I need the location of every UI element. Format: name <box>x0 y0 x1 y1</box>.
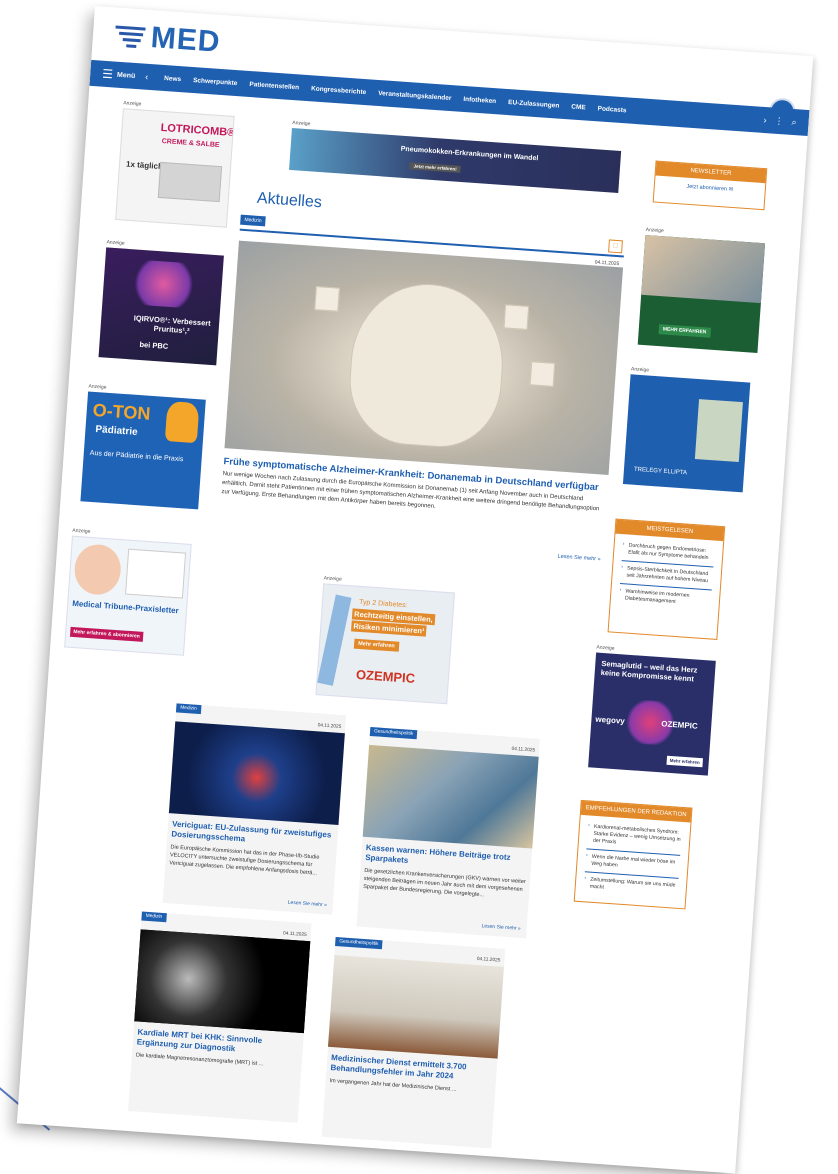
category-badge[interactable]: Medizin <box>240 214 266 227</box>
ad-cta-button[interactable]: Mehr erfahren <box>353 638 400 652</box>
ad-right-1[interactable]: MEHR ERFAHREN <box>637 234 766 354</box>
nav-item-schwerpunkte[interactable]: Schwerpunkte <box>193 77 238 87</box>
article-card[interactable]: Gesundheitspolitik 04.11.2025 Medizinisc… <box>321 937 506 1149</box>
ad-label: Anzeige <box>88 383 107 391</box>
puzzle-piece <box>529 361 556 387</box>
ad-title: Semaglutid – weil das Herz keine Komprom… <box>600 658 698 684</box>
nav-item-cme[interactable]: CME <box>571 103 586 111</box>
ad-cta-button[interactable]: Mehr erfahren <box>666 755 704 768</box>
article-image[interactable] <box>362 744 539 849</box>
hero-image[interactable] <box>224 240 624 475</box>
ad-brand: TRELEGY ELLIPTA <box>633 466 688 477</box>
ad-subtitle: Pädiatrie <box>95 424 138 438</box>
ad-label: Anzeige <box>72 527 91 535</box>
more-icon[interactable]: ⋮ <box>774 115 784 127</box>
bookmark-icon[interactable]: ⎕ <box>608 239 623 254</box>
hero-article[interactable]: Medizin ⎕ 04.11.2025 Frühe symptomatisch… <box>218 212 626 569</box>
nav-next-icon[interactable]: › <box>763 114 767 125</box>
puzzle-head-graphic <box>345 278 509 452</box>
article-date: 04.11.2025 <box>317 723 342 730</box>
section-title: Aktuelles <box>256 189 323 212</box>
nav-back-icon[interactable]: ‹ <box>145 72 149 82</box>
banner-text: Pneumokokken-Erkrankungen im Wandel <box>400 145 539 163</box>
nav-item-veranstaltungskalender[interactable]: Veranstaltungskalender <box>378 89 452 101</box>
newsletter-subscribe-link[interactable]: Jetzt abonnieren ✉ <box>655 181 765 195</box>
site-logo[interactable]: MED <box>114 16 222 63</box>
recommendations-box: EMPFEHLUNGEN DER REDAKTION Kardiorenal-m… <box>573 799 693 910</box>
ad-title: O-TON <box>92 399 152 424</box>
puzzle-piece <box>503 304 530 330</box>
article-card[interactable]: Medizin 04.11.2025 Kardiale MRT bei KHK:… <box>127 911 312 1123</box>
ad-brand: wegovy <box>595 714 626 726</box>
nav-item-eu-zulassungen[interactable]: EU-Zulassungen <box>508 99 560 110</box>
nav-item-kongressberichte[interactable]: Kongressberichte <box>311 85 367 96</box>
ad-semaglutid[interactable]: Semaglutid – weil das Herz keine Komprom… <box>588 652 716 776</box>
ad-label: Anzeige <box>645 226 664 235</box>
ad-title: LOTRICOMB® <box>160 121 235 140</box>
menu-icon[interactable]: ☰ <box>102 67 114 82</box>
read-more-link[interactable]: Lesen Sie mehr » <box>557 554 600 563</box>
nav-item-patientenstellen[interactable]: Patientenstellen <box>249 80 299 90</box>
ad-subtitle: bei PBC <box>139 339 169 351</box>
logo-mark-icon <box>114 22 150 52</box>
ad-ozempic[interactable]: Typ 2 Diabetes: Rechtzeitig einstellen, … <box>315 583 455 705</box>
search-icon[interactable]: ⌕ <box>791 116 797 127</box>
ad-trelegy[interactable]: TRELEGY ELLIPTA <box>622 374 751 493</box>
category-badge[interactable]: Medizin <box>175 703 202 715</box>
puzzle-piece <box>314 286 340 312</box>
person-photo <box>73 543 123 597</box>
people-photo <box>641 234 766 304</box>
article-date: 04.11.2025 <box>476 956 501 964</box>
category-badge[interactable]: Medizin <box>141 911 167 923</box>
ad-label: Anzeige <box>596 644 615 652</box>
pen-graphic <box>317 594 352 686</box>
read-more-link[interactable]: Lesen Sie mehr » <box>288 900 328 909</box>
most-read-box: MEISTGELESEN Durchbruch gegen Endometrio… <box>607 518 726 640</box>
page-screenshot: MED ☰ Menü ‹ News Schwerpunkte Patienten… <box>16 6 814 1174</box>
article-card[interactable]: Gesundheitspolitik 04.11.2025 Kassen war… <box>356 726 540 939</box>
butterfly-graphic <box>127 259 201 309</box>
banner-cta[interactable]: Jetzt mehr erfahren! <box>409 162 462 173</box>
ad-iqirvo[interactable]: IQIRVO®¹: Verbessert Pruritus¹,² bei PBC <box>98 247 224 366</box>
ad-banner-pneumokokken[interactable]: Pneumokokken-Erkrankungen im Wandel Jetz… <box>289 128 622 193</box>
ad-praxisletter[interactable]: Medical Tribune-Praxisletter Mehr erfahr… <box>64 535 192 656</box>
tablet-graphic <box>125 548 187 599</box>
article-image[interactable] <box>168 721 345 825</box>
category-badge[interactable]: Gesundheitspolitik <box>335 937 383 950</box>
ad-label: Anzeige <box>106 239 125 247</box>
hand-graphic <box>164 401 200 444</box>
logo-text: MED <box>149 21 222 59</box>
category-badge[interactable]: Gesundheitspolitik <box>369 726 418 740</box>
ad-title: IQIRVO®¹: Verbessert Pruritus¹,² <box>133 313 212 336</box>
article-image[interactable] <box>134 929 311 1034</box>
ad-title: Medical Tribune-Praxisletter <box>71 598 180 616</box>
menu-label[interactable]: Menü <box>117 71 136 79</box>
article-date: 04.11.2025 <box>282 931 307 939</box>
ad-cta-button[interactable]: Mehr erfahren & abonnieren <box>69 626 144 642</box>
article-date: 04.11.2025 <box>511 746 536 754</box>
nav-item-news[interactable]: News <box>164 75 181 83</box>
ad-note: 1x täglich <box>125 159 164 172</box>
ad-lotricomb[interactable]: LOTRICOMB® CREME & SALBE 1x täglich <box>115 108 235 228</box>
ad-subtitle: CREME & SALBE <box>161 137 220 150</box>
product-box <box>157 161 223 203</box>
nav-item-infotheken[interactable]: Infotheken <box>463 95 496 104</box>
newsletter-heading: NEWSLETTER <box>655 161 767 184</box>
read-more-link[interactable]: Lesen Sie mehr » <box>481 923 521 932</box>
ad-tagline: Aus der Pädiatrie in die Praxis <box>89 449 184 464</box>
article-card[interactable]: Medizin 04.11.2025 Vericiguat: EU-Zulass… <box>162 703 347 915</box>
newsletter-box: NEWSLETTER Jetzt abonnieren ✉ <box>652 160 768 211</box>
ad-label: Anzeige <box>292 120 311 128</box>
ad-o-ton[interactable]: O-TON Pädiatrie Aus der Pädiatrie in die… <box>80 391 206 510</box>
ad-line1: Typ 2 Diabetes: <box>358 598 408 610</box>
ad-label: Anzeige <box>323 575 342 583</box>
ad-label: Anzeige <box>630 366 650 374</box>
ad-label: Anzeige <box>123 100 142 108</box>
nav-item-podcasts[interactable]: Podcasts <box>597 105 626 114</box>
article-image[interactable] <box>327 955 504 1059</box>
ad-cta-button[interactable]: MEHR ERFAHREN <box>658 324 711 338</box>
person-photo <box>694 399 743 463</box>
ad-brand: OZEMPIC <box>355 666 416 686</box>
